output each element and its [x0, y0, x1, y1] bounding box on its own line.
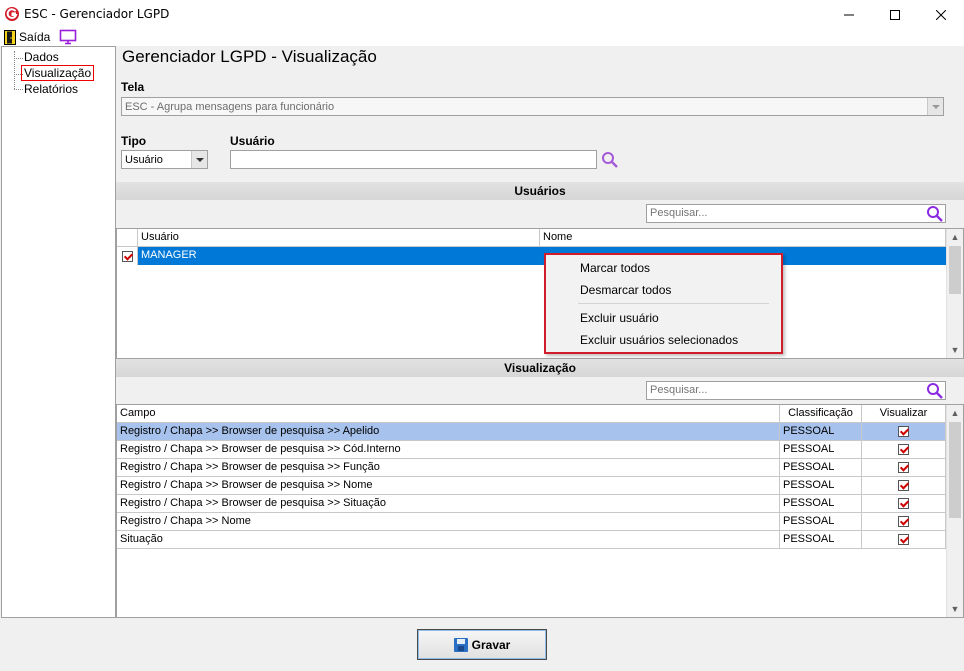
usuario-label: Usuário	[230, 134, 275, 148]
visualizacao-search-box[interactable]	[646, 381, 946, 400]
visualizar-cell[interactable]	[862, 441, 946, 459]
maximize-icon	[890, 9, 900, 20]
classificacao-cell[interactable]: PESSOAL	[780, 441, 862, 459]
save-button[interactable]: Gravar	[417, 629, 547, 660]
search-icon[interactable]	[926, 205, 944, 223]
user-cell[interactable]: MANAGER	[138, 247, 946, 265]
visualizar-cell[interactable]	[862, 423, 946, 441]
tela-dropdown-button[interactable]	[927, 98, 943, 115]
tela-select[interactable]: ESC - Agrupa mensagens para funcionário	[121, 97, 944, 116]
scroll-down-icon[interactable]: ▼	[947, 601, 963, 617]
menu-separator	[578, 303, 769, 304]
row-checkbox[interactable]	[121, 250, 133, 262]
visualizar-cell[interactable]	[862, 531, 946, 549]
tree-connector	[14, 51, 15, 89]
classificacao-cell[interactable]: PESSOAL	[780, 531, 862, 549]
page-title: Gerenciador LGPD - Visualização	[122, 47, 377, 66]
minimize-icon	[844, 14, 854, 15]
row-checkbox-cell[interactable]	[117, 247, 138, 265]
usuario-input[interactable]	[230, 150, 597, 169]
scroll-up-icon[interactable]: ▲	[947, 229, 963, 245]
visualizacao-search-input[interactable]	[647, 382, 945, 398]
visualizacao-grid: Campo Classificação Visualizar Registro …	[116, 404, 964, 618]
tree-item-visualizacao[interactable]: Visualização	[20, 65, 95, 81]
visualizar-cell[interactable]	[862, 459, 946, 477]
chevron-down-icon	[931, 104, 940, 109]
visualizar-checkbox[interactable]	[898, 444, 909, 455]
classificacao-cell[interactable]: PESSOAL	[780, 513, 862, 531]
visualizar-cell[interactable]	[862, 513, 946, 531]
classificacao-cell[interactable]: PESSOAL	[780, 495, 862, 513]
campo-cell[interactable]: Registro / Chapa >> Browser de pesquisa …	[117, 459, 780, 477]
menu-bar: Saída	[0, 29, 964, 46]
campo-cell[interactable]: Registro / Chapa >> Browser de pesquisa …	[117, 423, 780, 441]
exit-menu-item[interactable]: Saída	[19, 30, 50, 44]
context-menu: Marcar todos Desmarcar todos Excluir usu…	[544, 253, 783, 354]
tree-connector	[14, 89, 23, 90]
tipo-select[interactable]: Usuário	[121, 150, 208, 169]
save-button-label: Gravar	[471, 637, 511, 652]
tipo-dropdown-button[interactable]	[191, 151, 207, 168]
scroll-up-icon[interactable]: ▲	[947, 405, 963, 421]
search-icon[interactable]	[601, 151, 619, 169]
tipo-select-value: Usuário	[125, 154, 163, 166]
campo-cell[interactable]: Registro / Chapa >> Browser de pesquisa …	[117, 477, 780, 495]
menu-item-excluir-usuario[interactable]: Excluir usuário	[580, 311, 659, 325]
campo-cell[interactable]: Registro / Chapa >> Browser de pesquisa …	[117, 495, 780, 513]
maximize-button[interactable]	[872, 0, 918, 29]
usuarios-search-box[interactable]	[646, 204, 946, 223]
scroll-thumb[interactable]	[949, 246, 961, 294]
campo-cell[interactable]: Situação	[117, 531, 780, 549]
menu-item-desmarcar-todos[interactable]: Desmarcar todos	[580, 283, 671, 297]
classificacao-cell[interactable]: PESSOAL	[780, 477, 862, 495]
close-button[interactable]	[918, 0, 964, 29]
column-header-select[interactable]	[117, 229, 138, 247]
tree-item-relatorios[interactable]: Relatórios	[24, 82, 78, 96]
scroll-thumb[interactable]	[949, 422, 961, 518]
scroll-down-icon[interactable]: ▼	[947, 342, 963, 358]
navigation-tree: Dados Visualização Relatórios	[1, 46, 116, 618]
menu-item-marcar-todos[interactable]: Marcar todos	[580, 261, 650, 275]
visualizar-checkbox[interactable]	[898, 426, 909, 437]
minimize-button[interactable]	[826, 0, 872, 29]
column-header-campo[interactable]: Campo	[117, 405, 780, 423]
app-logo-icon	[5, 7, 19, 21]
monitor-icon[interactable]	[59, 29, 77, 45]
column-header-visualizar[interactable]: Visualizar	[862, 405, 946, 423]
chevron-down-icon	[195, 157, 204, 162]
usuarios-grid: Usuário Nome MANAGER ▲ ▼	[116, 228, 964, 359]
usuarios-search-input[interactable]	[647, 205, 945, 221]
menu-item-excluir-selecionados[interactable]: Excluir usuários selecionados	[580, 333, 738, 347]
tipo-label: Tipo	[121, 134, 147, 148]
visualizar-checkbox[interactable]	[898, 534, 909, 545]
tela-label: Tela	[121, 80, 145, 94]
tela-select-value: ESC - Agrupa mensagens para funcionário	[125, 101, 335, 113]
visualizar-cell[interactable]	[862, 495, 946, 513]
visualizar-checkbox[interactable]	[898, 516, 909, 527]
usuarios-section-header: Usuários	[116, 182, 964, 200]
visualizar-cell[interactable]	[862, 477, 946, 495]
tree-connector	[14, 58, 23, 59]
search-icon[interactable]	[926, 382, 944, 400]
column-header-nome[interactable]: Nome	[540, 229, 946, 247]
classificacao-cell[interactable]: PESSOAL	[780, 423, 862, 441]
visualizar-checkbox[interactable]	[898, 462, 909, 473]
classificacao-cell[interactable]: PESSOAL	[780, 459, 862, 477]
visualizacao-scrollbar[interactable]: ▲ ▼	[946, 405, 963, 617]
title-bar: ESC - Gerenciador LGPD	[0, 0, 964, 29]
visualizacao-section-header: Visualização	[116, 359, 964, 377]
window-title: ESC - Gerenciador LGPD	[24, 7, 170, 21]
save-disk-icon	[453, 637, 468, 652]
exit-door-icon[interactable]	[4, 30, 16, 45]
campo-cell[interactable]: Registro / Chapa >> Browser de pesquisa …	[117, 441, 780, 459]
visualizar-checkbox[interactable]	[898, 498, 909, 509]
column-header-usuario[interactable]: Usuário	[138, 229, 540, 247]
usuarios-scrollbar[interactable]: ▲ ▼	[946, 229, 963, 358]
close-icon	[936, 9, 946, 20]
column-header-classificacao[interactable]: Classificação	[780, 405, 862, 423]
tree-item-dados[interactable]: Dados	[24, 50, 59, 64]
campo-cell[interactable]: Registro / Chapa >> Nome	[117, 513, 780, 531]
visualizar-checkbox[interactable]	[898, 480, 909, 491]
